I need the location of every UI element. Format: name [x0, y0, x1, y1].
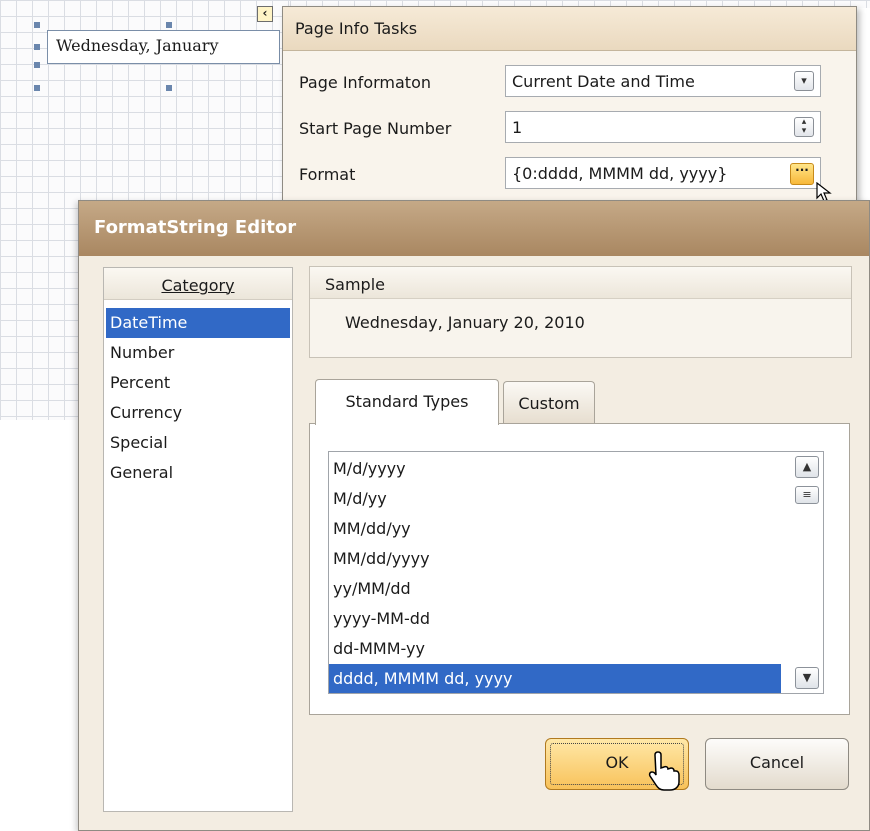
- hand-cursor-icon: [648, 751, 680, 791]
- scroll-thumb-icon[interactable]: ≡: [795, 486, 819, 504]
- category-list[interactable]: DateTime Number Percent Currency Special…: [104, 300, 292, 488]
- ok-button-label: OK: [605, 753, 629, 772]
- type-item[interactable]: dd-MMM-yy: [329, 634, 781, 664]
- type-list[interactable]: M/d/yyyy M/d/yy MM/dd/yy MM/dd/yyyy yy/M…: [328, 451, 824, 694]
- sample-text: Wednesday, January 20, 2010: [345, 313, 585, 332]
- type-item[interactable]: M/d/yyyy: [329, 454, 781, 484]
- type-item[interactable]: yyyy-MM-dd: [329, 604, 781, 634]
- resize-handle[interactable]: [34, 22, 40, 28]
- format-field[interactable]: {0:dddd, MMMM dd, yyyy} ···: [505, 157, 821, 189]
- tab-standard-types[interactable]: Standard Types: [315, 379, 499, 425]
- page-information-label: Page Informaton: [299, 73, 431, 92]
- format-label: Format: [299, 165, 356, 184]
- resize-handle[interactable]: [166, 85, 172, 91]
- type-item[interactable]: MM/dd/yyyy: [329, 544, 781, 574]
- category-item-percent[interactable]: Percent: [106, 368, 290, 398]
- sample-panel: Sample Wednesday, January 20, 2010: [309, 266, 852, 358]
- type-item[interactable]: yy/MM/dd: [329, 574, 781, 604]
- category-header-label: Category: [161, 276, 235, 295]
- spin-icon[interactable]: ▴ ▾: [794, 117, 814, 137]
- smart-tag-button[interactable]: ‹: [257, 6, 273, 22]
- resize-handle[interactable]: [34, 62, 40, 68]
- label-control-text: Wednesday, January: [56, 36, 219, 55]
- type-item-selected[interactable]: dddd, MMMM dd, yyyy: [329, 664, 781, 693]
- ellipsis-icon[interactable]: ···: [790, 163, 814, 185]
- format-string-editor-dialog: FormatString Editor Category DateTime Nu…: [78, 200, 870, 831]
- dialog-title: FormatString Editor: [79, 201, 869, 256]
- resize-handle[interactable]: [34, 85, 40, 91]
- tasks-title: Page Info Tasks: [283, 7, 856, 51]
- standard-types-page: M/d/yyyy M/d/yy MM/dd/yy MM/dd/yyyy yy/M…: [309, 423, 850, 715]
- scroll-up-icon[interactable]: ▲: [795, 456, 819, 478]
- format-value: {0:dddd, MMMM dd, yyyy}: [512, 164, 728, 183]
- tab-custom[interactable]: Custom: [503, 381, 595, 425]
- category-panel: Category DateTime Number Percent Currenc…: [103, 267, 293, 812]
- page-information-value: Current Date and Time: [512, 72, 695, 91]
- start-page-number-spinner[interactable]: 1 ▴ ▾: [505, 111, 821, 143]
- start-page-number-value: 1: [512, 118, 523, 137]
- sample-header: Sample: [310, 267, 851, 299]
- category-item-general[interactable]: General: [106, 458, 290, 488]
- chevron-down-icon[interactable]: ▾: [794, 71, 814, 91]
- cancel-button[interactable]: Cancel: [705, 738, 849, 790]
- page-information-combo[interactable]: Current Date and Time ▾: [505, 65, 821, 97]
- cancel-button-label: Cancel: [749, 753, 805, 772]
- category-item-datetime[interactable]: DateTime: [106, 308, 290, 338]
- page-info-tasks-panel: Page Info Tasks Page Informaton Current …: [282, 6, 857, 216]
- category-header: Category: [104, 268, 292, 300]
- start-page-number-label: Start Page Number: [299, 119, 452, 138]
- type-item[interactable]: M/d/yy: [329, 484, 781, 514]
- type-item[interactable]: MM/dd/yy: [329, 514, 781, 544]
- category-item-number[interactable]: Number: [106, 338, 290, 368]
- resize-handle[interactable]: [166, 22, 172, 28]
- scroll-down-icon[interactable]: ▼: [795, 667, 819, 689]
- category-item-special[interactable]: Special: [106, 428, 290, 458]
- resize-handle[interactable]: [34, 44, 40, 50]
- page-info-label-control[interactable]: Wednesday, January: [47, 30, 280, 64]
- chevron-left-icon: ‹: [262, 6, 268, 20]
- category-item-currency[interactable]: Currency: [106, 398, 290, 428]
